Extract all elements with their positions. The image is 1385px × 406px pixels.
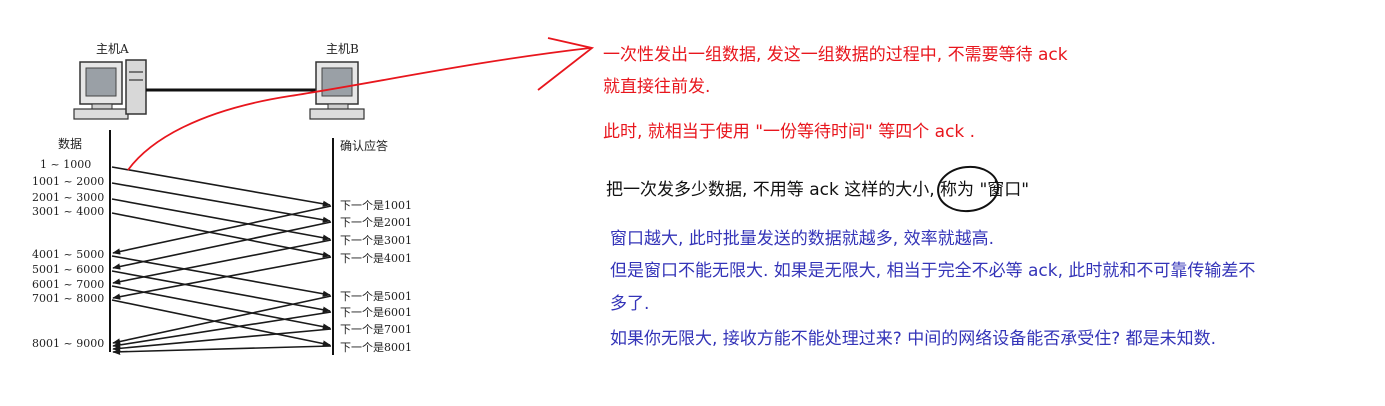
- data-arrow: [111, 182, 331, 223]
- window-definition-circled-word: 大小: [895, 180, 930, 200]
- data-range-label: 8001 ~ 9000: [32, 337, 104, 350]
- ack-arrows: [112, 205, 332, 356]
- data-range-label: 1001 ~ 2000: [32, 175, 104, 188]
- window-definition-suffix: , 称为 "窗口": [929, 180, 1030, 200]
- ack-arrow: [112, 345, 332, 356]
- ack-label: 下一个是8001: [340, 341, 412, 354]
- ack-arrow: [112, 295, 332, 345]
- data-range-label: 2001 ~ 3000: [32, 191, 104, 204]
- note-blue-line3: 多了.: [610, 294, 650, 314]
- host-b-label: 主机B: [326, 42, 359, 56]
- ack-label: 下一个是4001: [340, 252, 412, 265]
- note-blue-line2: 但是窗口不能无限大. 如果是无限大, 相当于完全不必等 ack, 此时就和不可靠…: [610, 261, 1256, 281]
- ack-label: 下一个是1001: [340, 199, 412, 212]
- note-blue-line4: 如果你无限大, 接收方能不能处理过来? 中间的网络设备能否承受住? 都是未知数.: [610, 329, 1217, 349]
- note-red-line1: 一次性发出一组数据, 发这一组数据的过程中, 不需要等待 ack: [603, 45, 1068, 65]
- data-arrows: [111, 166, 331, 347]
- data-range-label: 3001 ~ 4000: [32, 205, 104, 218]
- ack-label: 下一个是2001: [340, 216, 412, 229]
- host-b-computer-icon: [309, 61, 365, 120]
- window-definition-prefix: 把一次发多少数据, 不用等 ack 这样的: [606, 180, 896, 200]
- red-annotation-arrowhead: [537, 37, 595, 91]
- data-range-label: 6001 ~ 7000: [32, 278, 104, 291]
- ack-label: 下一个是5001: [340, 290, 412, 303]
- note-red-line3: 此时, 就相当于使用 "一份等待时间" 等四个 ack .: [603, 122, 976, 142]
- data-range-label: 5001 ~ 6000: [32, 263, 104, 276]
- data-range-label: 1 ~ 1000: [40, 158, 91, 171]
- data-range-label: 4001 ~ 5000: [32, 248, 104, 261]
- ack-arrow: [112, 311, 332, 349]
- host-a-label: 主机A: [96, 42, 129, 56]
- ack-column-header: 确认应答: [340, 138, 388, 153]
- note-window-definition: 把一次发多少数据, 不用等 ack 这样的大小, 称为 "窗口": [606, 179, 1029, 201]
- ack-label: 下一个是7001: [340, 323, 412, 336]
- host-a-computer-icon: [73, 59, 147, 120]
- data-column-header: 数据: [58, 136, 82, 151]
- ack-label: 下一个是6001: [340, 306, 412, 319]
- data-arrow: [111, 166, 331, 207]
- data-range-label: 7001 ~ 8000: [32, 292, 104, 305]
- ack-labels: 下一个是1001 下一个是2001 下一个是3001 下一个是4001 下一个是…: [340, 199, 412, 354]
- data-range-labels: 1 ~ 1000 1001 ~ 2000 2001 ~ 3000 3001 ~ …: [32, 158, 104, 350]
- note-red-line2: 就直接往前发.: [603, 77, 711, 97]
- ack-label: 下一个是3001: [340, 234, 412, 247]
- note-blue-line1: 窗口越大, 此时批量发送的数据就越多, 效率就越高.: [610, 229, 995, 249]
